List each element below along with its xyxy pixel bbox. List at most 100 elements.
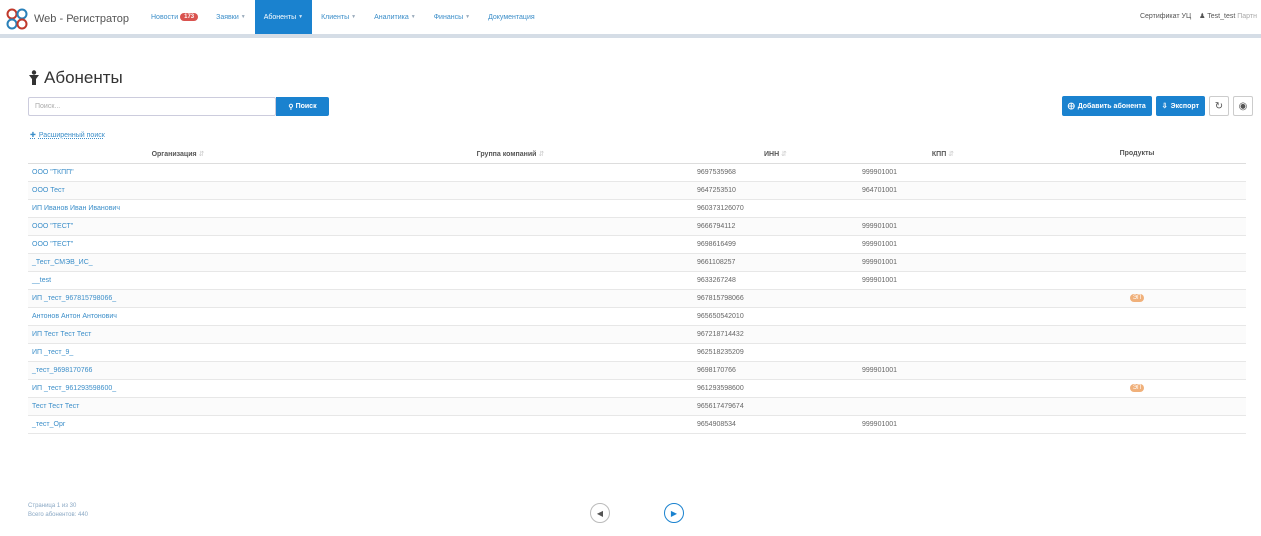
table-row[interactable]: ИП Иванов Иван Иванович 960373126070 — [28, 199, 1246, 218]
nav-item-3[interactable]: Клиенты ▼ — [312, 0, 365, 34]
kpp-cell — [858, 379, 1028, 398]
nav-item-2[interactable]: Абоненты ▼ — [254, 0, 313, 34]
user-icon: ♟ — [1199, 13, 1206, 20]
products-cell — [1028, 361, 1246, 380]
next-page-button[interactable]: ▶ — [664, 503, 684, 523]
organization-cell[interactable]: _тест_9698170766 — [28, 361, 328, 380]
inn-cell: 965617479674 — [693, 397, 858, 416]
pagination-info: Страница 1 из 30 Всего абонентов: 440 — [28, 502, 88, 520]
user-menu[interactable]: ♟ Test_test Партн — [1199, 12, 1257, 20]
product-tag[interactable]: ЭП — [1129, 294, 1145, 302]
table-row[interactable]: Антонов Антон Антонович 965650542010 — [28, 307, 1246, 326]
refresh-button[interactable]: ↻ — [1209, 96, 1229, 116]
nav-item-6[interactable]: Документация — [479, 0, 544, 34]
prev-page-button[interactable]: ◀ — [590, 503, 610, 523]
inn-cell: 960373126070 — [693, 199, 858, 218]
organization-cell[interactable]: ООО Тест — [28, 181, 328, 200]
organization-cell[interactable]: ИП _тест_967815798066_ — [28, 289, 328, 308]
group-cell — [328, 199, 693, 218]
organization-cell[interactable]: Тест Тест Тест — [28, 397, 328, 416]
kpp-cell: 964701001 — [858, 181, 1028, 200]
kpp-cell: 999901001 — [858, 235, 1028, 254]
nav-item-4[interactable]: Аналитика ▼ — [365, 0, 425, 34]
group-cell — [328, 163, 693, 182]
group-cell — [328, 361, 693, 380]
table-row[interactable]: ООО "ТКПП" 9697535968 999901001 — [28, 163, 1246, 182]
advanced-search-link[interactable]: ✚ Расширенный поиск — [30, 131, 105, 140]
kpp-cell: 999901001 — [858, 217, 1028, 236]
export-button[interactable]: ⇩ Экспорт — [1155, 96, 1205, 116]
column-header-kpp[interactable]: КПП ⇵ — [858, 145, 1028, 164]
organization-cell[interactable]: _Тест_СМЭВ_ИС_ — [28, 253, 328, 272]
refresh-icon: ↻ — [1214, 100, 1224, 112]
products-cell — [1028, 217, 1246, 236]
search-button-label: Поиск — [295, 103, 317, 110]
product-tag[interactable]: ЭП — [1129, 384, 1145, 392]
page-title-text: Абоненты — [44, 68, 123, 87]
search-button[interactable]: ⚲ Поиск — [276, 97, 329, 116]
table-row[interactable]: ИП Тест Тест Тест 967218714432 — [28, 325, 1246, 344]
table-header-row: Организация ⇵ Группа компаний ⇵ ИНН ⇵ КП… — [28, 145, 1246, 164]
search-input[interactable] — [28, 97, 276, 116]
organization-cell[interactable]: ООО "ТКПП" — [28, 163, 328, 182]
group-cell — [328, 181, 693, 200]
nav-item-0[interactable]: Новости 173 — [142, 0, 207, 34]
table-row[interactable]: ИП _тест_9_ 962518235209 — [28, 343, 1246, 362]
products-cell — [1028, 199, 1246, 218]
news-count-badge: 173 — [180, 13, 199, 21]
products-cell — [1028, 163, 1246, 182]
kpp-cell: 999901001 — [858, 163, 1028, 182]
organization-cell[interactable]: Антонов Антон Антонович — [28, 307, 328, 326]
group-cell — [328, 379, 693, 398]
table-row[interactable]: ООО "ТЕСТ" 9698616499 999901001 — [28, 235, 1246, 254]
table-row[interactable]: _Тест_СМЭВ_ИС_ 9661108257 999901001 — [28, 253, 1246, 272]
column-header-organization[interactable]: Организация ⇵ — [28, 145, 328, 164]
organization-cell[interactable]: __test — [28, 271, 328, 290]
brand-title[interactable]: Web - Регистратор — [34, 13, 129, 25]
table-row[interactable]: ООО Тест 9647253510 964701001 — [28, 181, 1246, 200]
chevron-right-icon: ▶ — [670, 508, 678, 518]
inn-cell: 965650542010 — [693, 307, 858, 326]
certificate-menu[interactable]: Сертификат УЦ — [1140, 13, 1191, 20]
organization-cell[interactable]: ИП _тест_961293598600_ — [28, 379, 328, 398]
kpp-cell: 999901001 — [858, 253, 1028, 272]
nav-item-1[interactable]: Заявки ▼ — [207, 0, 255, 34]
settings-button[interactable]: ◉ — [1233, 96, 1253, 116]
organization-cell[interactable]: _тест_Орг — [28, 415, 328, 434]
table-row[interactable]: _тест_9698170766 9698170766 999901001 — [28, 361, 1246, 380]
nav-item-label: Клиенты — [321, 13, 350, 21]
organization-cell[interactable]: ИП Тест Тест Тест — [28, 325, 328, 344]
inn-cell: 961293598600 — [693, 379, 858, 398]
top-navbar: Web - Регистратор Новости 173 Заявки ▼ Абоне… — [0, 0, 1261, 38]
organization-cell[interactable]: ООО "ТЕСТ" — [28, 235, 328, 254]
chevron-left-icon: ◀ — [596, 508, 604, 518]
products-cell — [1028, 397, 1246, 416]
user-role: Партн — [1237, 13, 1257, 20]
table-row[interactable]: __test 9633267248 999901001 — [28, 271, 1246, 290]
organization-cell[interactable]: ООО "ТЕСТ" — [28, 217, 328, 236]
chevron-down-icon: ▼ — [465, 14, 471, 20]
products-cell — [1028, 181, 1246, 200]
organization-cell[interactable]: ИП Иванов Иван Иванович — [28, 199, 328, 218]
add-subscriber-button[interactable]: ⨁ Добавить абонента — [1061, 96, 1152, 116]
add-subscriber-label: Добавить абонента — [1077, 102, 1146, 110]
nav-item-5[interactable]: Финансы ▼ — [425, 0, 479, 34]
table-row[interactable]: ИП _тест_967815798066_ 967815798066 ЭП — [28, 289, 1246, 308]
chevron-down-icon: ▼ — [240, 14, 246, 20]
column-header-inn[interactable]: ИНН ⇵ — [693, 145, 858, 164]
table-row[interactable]: ООО "ТЕСТ" 9666794112 999901001 — [28, 217, 1246, 236]
table-row[interactable]: _тест_Орг 9654908534 999901001 — [28, 415, 1246, 434]
products-cell: ЭП — [1028, 289, 1246, 308]
organization-cell[interactable]: ИП _тест_9_ — [28, 343, 328, 362]
table-row[interactable]: ИП _тест_961293598600_ 961293598600 ЭП — [28, 379, 1246, 398]
products-cell — [1028, 325, 1246, 344]
nav-item-label: Абоненты — [263, 13, 297, 21]
table-row[interactable]: Тест Тест Тест 965617479674 — [28, 397, 1246, 416]
column-header-group[interactable]: Группа компаний ⇵ — [328, 145, 693, 164]
sort-icon: ⇵ — [198, 150, 205, 158]
inn-cell: 962518235209 — [693, 343, 858, 362]
nav-item-label: Финансы — [433, 13, 464, 21]
logo-icon[interactable] — [6, 8, 28, 30]
inn-cell: 967815798066 — [693, 289, 858, 308]
settings-icon: ◉ — [1238, 100, 1248, 112]
